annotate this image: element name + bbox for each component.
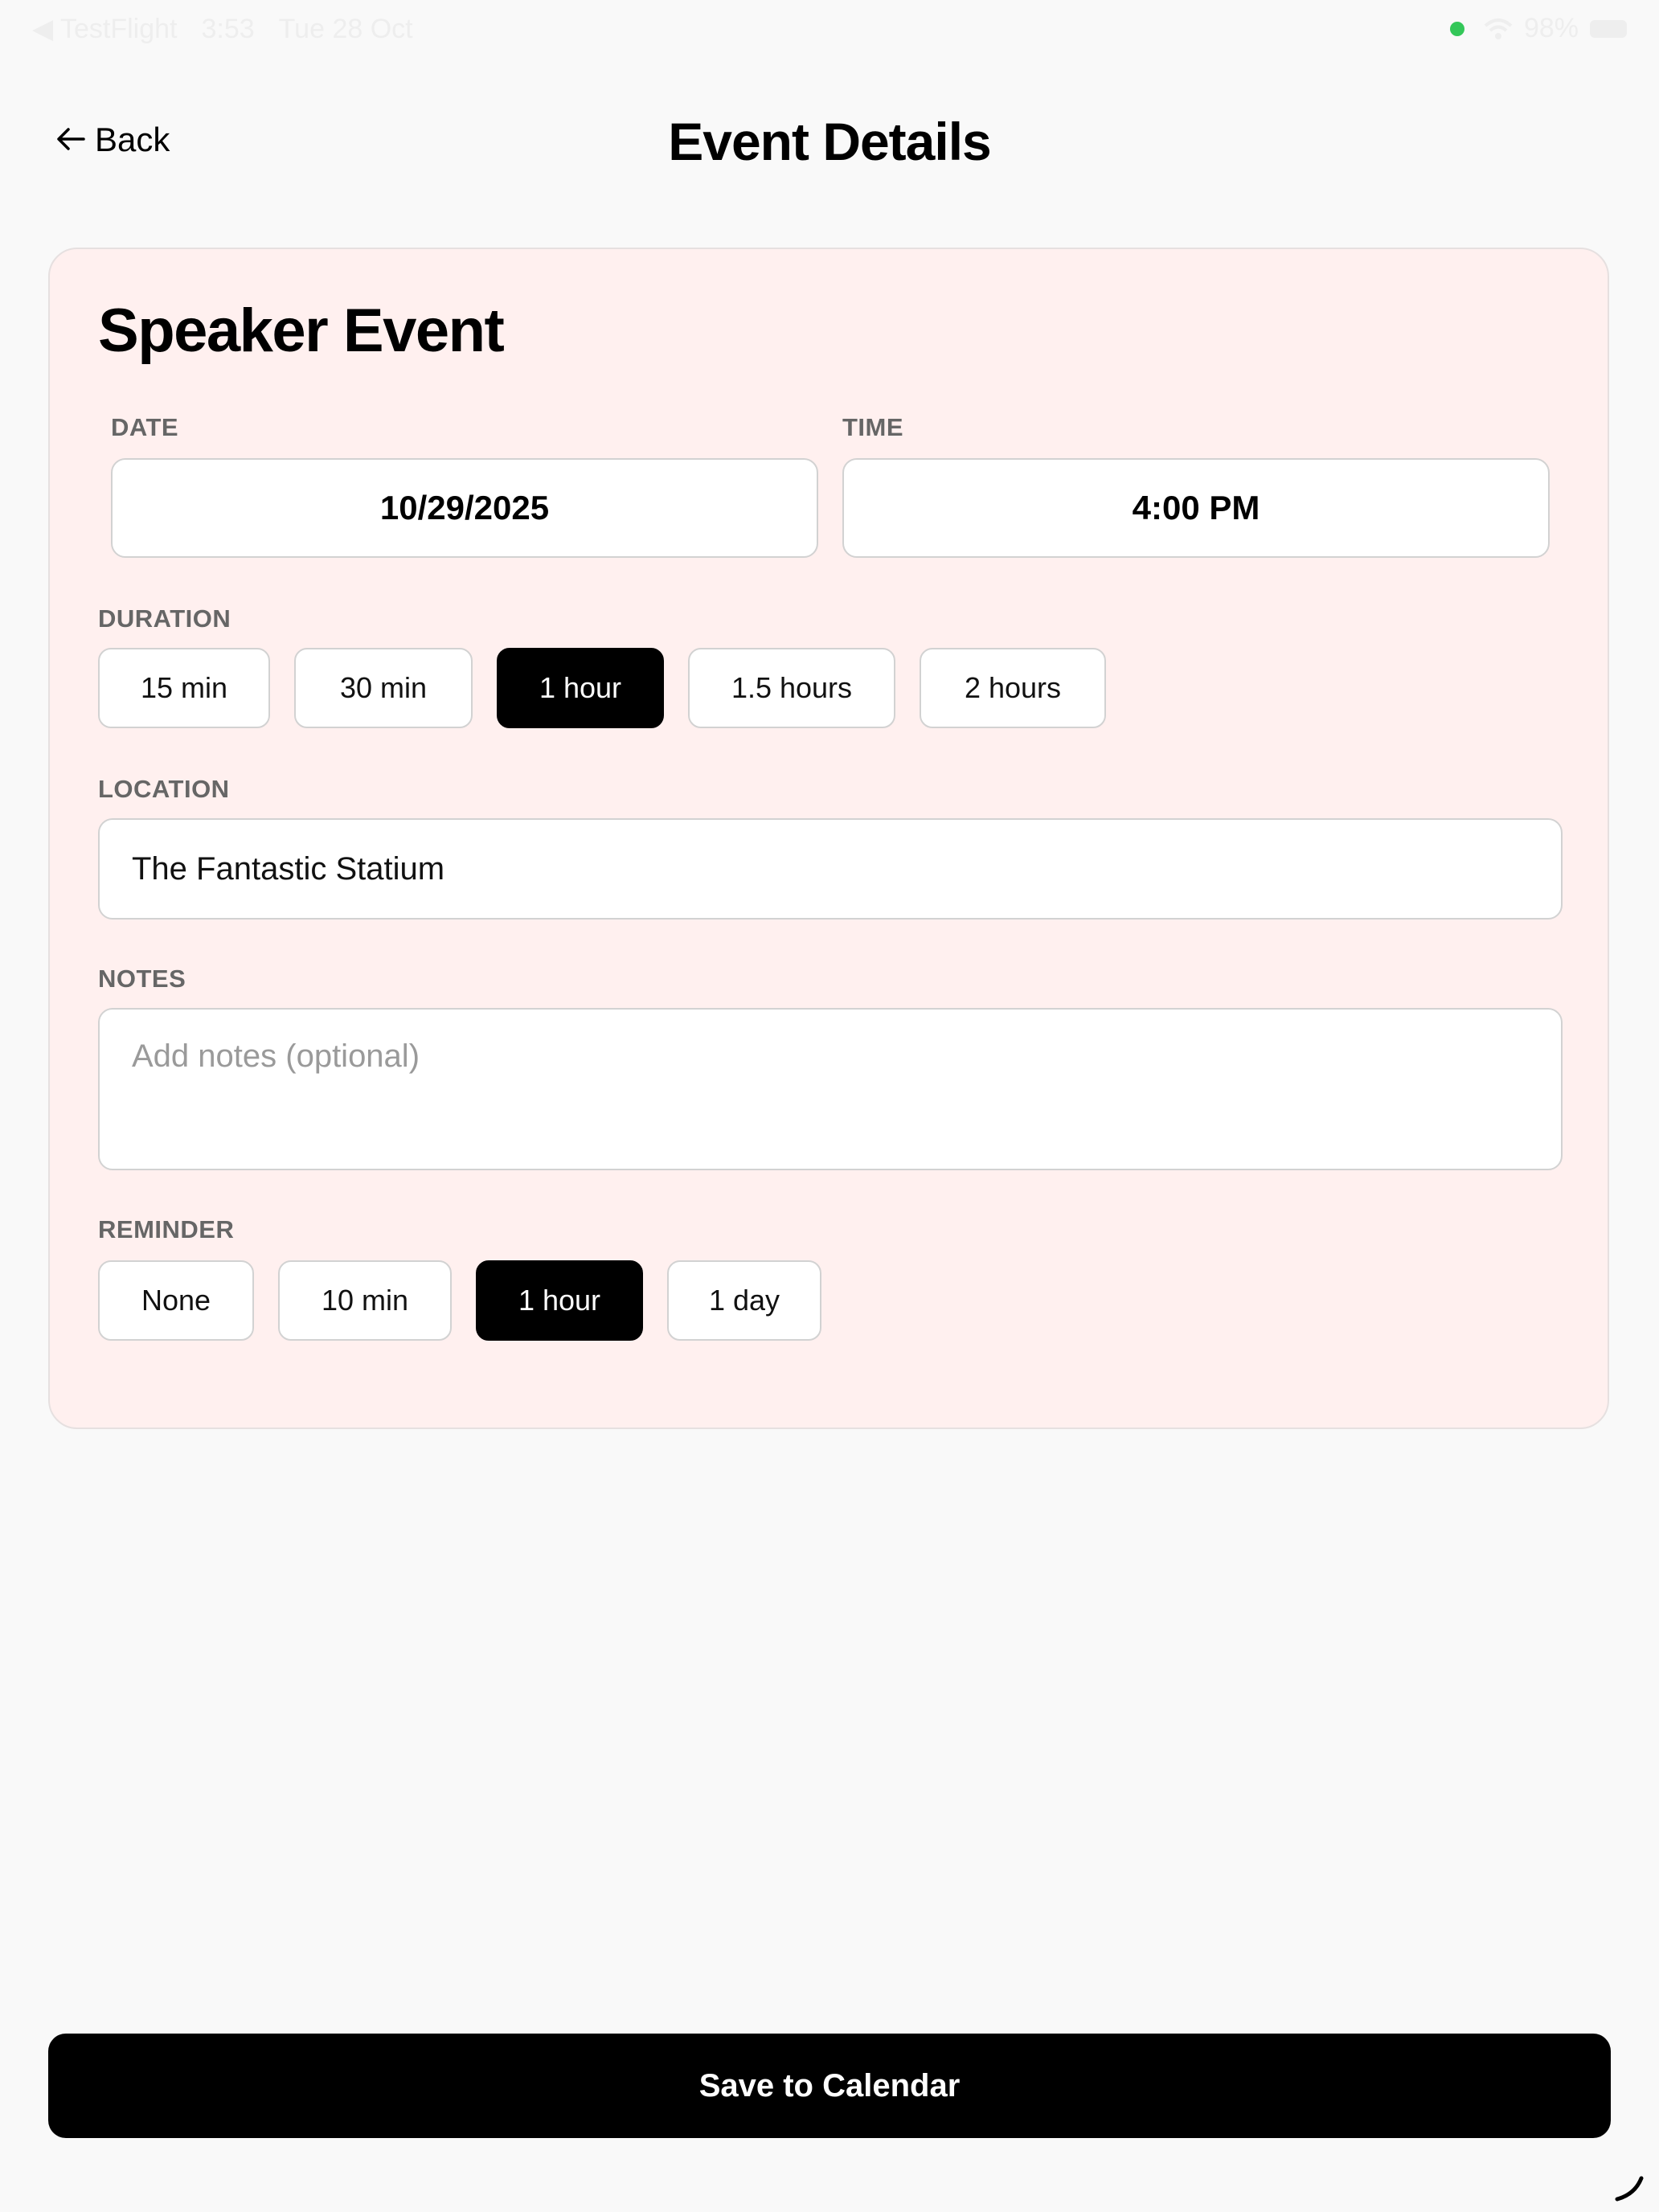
reminder-options: None 10 min 1 hour 1 day bbox=[98, 1260, 821, 1341]
battery-icon bbox=[1590, 19, 1627, 38]
duration-option-2-hours[interactable]: 2 hours bbox=[920, 648, 1106, 728]
status-right: 98% bbox=[1449, 13, 1627, 44]
loading-spinner-icon bbox=[1614, 2173, 1646, 2206]
status-bar: ◀ TestFlight 3:53 Tue 28 Oct 98% bbox=[0, 0, 1659, 59]
time-value: 4:00 PM bbox=[1132, 489, 1260, 526]
event-title: Speaker Event bbox=[98, 297, 505, 365]
date-value: 10/29/2025 bbox=[379, 489, 550, 526]
status-left: ◀ TestFlight 3:53 Tue 28 Oct bbox=[32, 13, 413, 45]
duration-option-1-5-hours[interactable]: 1.5 hours bbox=[688, 648, 895, 728]
back-to-app-link[interactable]: ◀ TestFlight bbox=[32, 13, 177, 45]
camera-indicator-icon bbox=[1449, 21, 1464, 36]
duration-options: 15 min 30 min 1 hour 1.5 hours 2 hours bbox=[98, 648, 1106, 728]
date-picker[interactable]: 10/29/2025 bbox=[111, 458, 818, 558]
location-input[interactable] bbox=[98, 818, 1563, 920]
status-date: Tue 28 Oct bbox=[278, 13, 413, 44]
time-picker[interactable]: 4:00 PM bbox=[842, 458, 1550, 558]
battery-percent: 98% bbox=[1523, 13, 1579, 43]
duration-option-30-min[interactable]: 30 min bbox=[294, 648, 473, 728]
notes-label: NOTES bbox=[98, 965, 186, 993]
notes-textarea[interactable] bbox=[98, 1008, 1563, 1170]
time-label: TIME bbox=[842, 413, 904, 441]
reminder-option-10-min[interactable]: 10 min bbox=[278, 1260, 452, 1341]
wifi-icon bbox=[1484, 18, 1513, 40]
reminder-option-none[interactable]: None bbox=[98, 1260, 254, 1341]
save-button-label: Save to Calendar bbox=[698, 2067, 961, 2103]
reminder-option-1-day[interactable]: 1 day bbox=[667, 1260, 821, 1341]
reminder-label: REMINDER bbox=[98, 1215, 235, 1243]
duration-label: DURATION bbox=[98, 604, 231, 633]
save-to-calendar-button[interactable]: Save to Calendar bbox=[48, 2034, 1611, 2138]
location-label: LOCATION bbox=[98, 775, 230, 803]
duration-option-15-min[interactable]: 15 min bbox=[98, 648, 270, 728]
page-title: Event Details bbox=[668, 112, 992, 171]
event-card: Speaker Event DATE 10/29/2025 TIME 4:00 … bbox=[48, 248, 1609, 1429]
date-label: DATE bbox=[111, 413, 179, 441]
reminder-option-1-hour[interactable]: 1 hour bbox=[476, 1260, 643, 1341]
status-time: 3:53 bbox=[201, 13, 255, 44]
duration-option-1-hour[interactable]: 1 hour bbox=[497, 648, 664, 728]
